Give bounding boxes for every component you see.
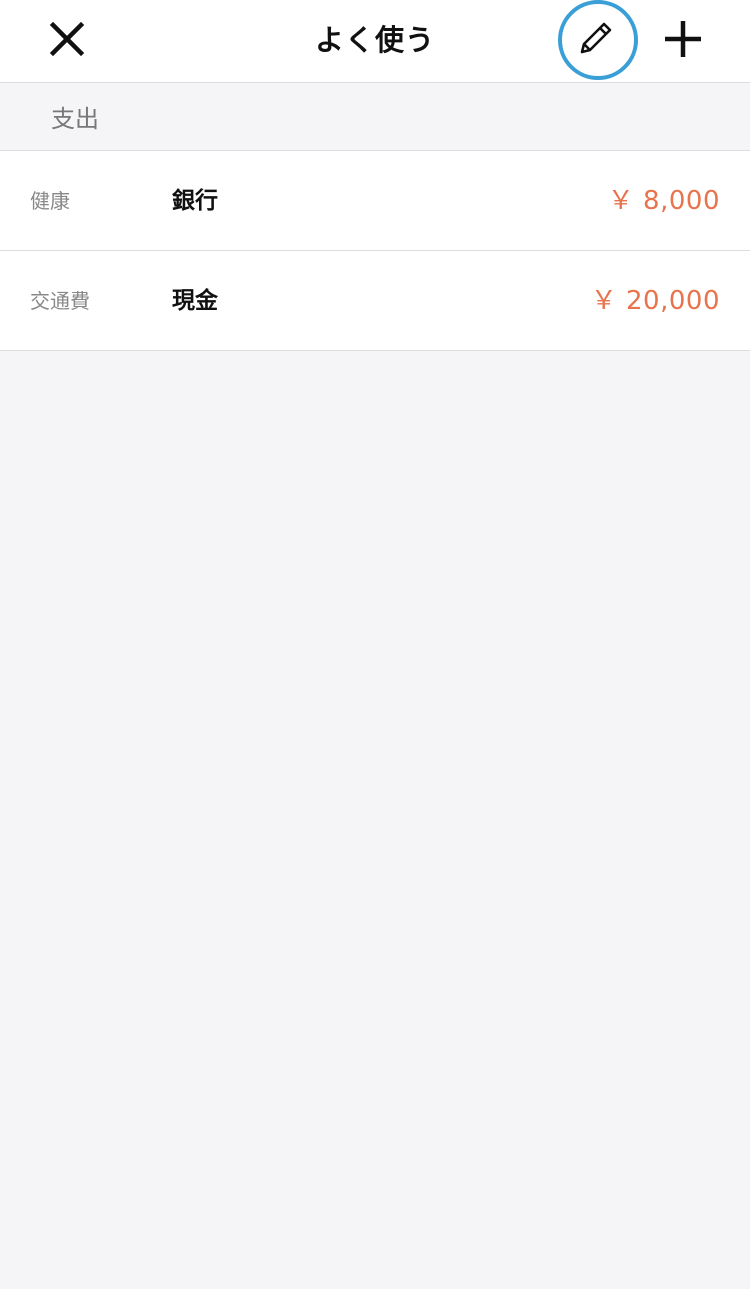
section-header-expense: 支出 <box>0 83 750 151</box>
account-label: 現金 <box>172 288 218 314</box>
category-label: 交通費 <box>30 289 90 313</box>
section-label: 支出 <box>51 105 99 133</box>
pencil-icon <box>580 22 612 54</box>
list-item[interactable]: 健康 銀行 ￥ 8,000 <box>0 151 750 251</box>
edit-button[interactable] <box>558 0 638 80</box>
close-button[interactable] <box>42 14 92 64</box>
amount-value: ￥ 8,000 <box>607 186 720 216</box>
amount-value: ￥ 20,000 <box>590 286 720 316</box>
account-label: 銀行 <box>172 188 218 214</box>
list-item[interactable]: 交通費 現金 ￥ 20,000 <box>0 251 750 351</box>
add-button[interactable] <box>658 14 708 64</box>
plus-icon <box>665 21 701 57</box>
close-icon <box>49 21 85 57</box>
category-label: 健康 <box>30 189 70 213</box>
top-bar: よく使う <box>0 0 750 83</box>
